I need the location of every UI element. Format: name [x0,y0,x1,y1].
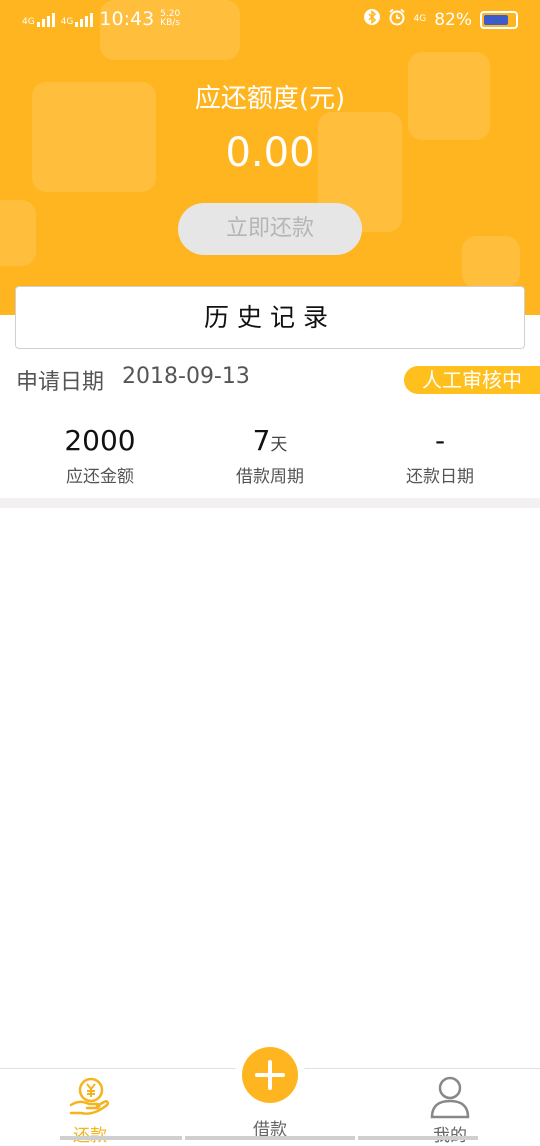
history-records-button[interactable]: 历史记录 [15,286,525,349]
plus-icon [242,1047,298,1103]
nav-gesture-bar [60,1136,182,1140]
clock: 10:43 [99,8,155,30]
network-type-2: 4G [60,17,74,27]
status-badge: 人工审核中 [404,366,540,394]
signal-icon [36,11,55,27]
nav-gesture-bar [358,1136,478,1140]
repay-date-label: 还款日期 [406,467,474,487]
repay-now-button[interactable]: 立即还款 [178,203,362,255]
loan-period-unit: 天 [270,435,288,455]
application-date-label: 申请日期 [16,370,105,395]
tab-mine-label: 我的 [360,1121,540,1146]
repay-hand-yen-icon [0,1073,180,1119]
network-type-3: 4G [413,14,427,24]
battery-percent: 82% [434,9,472,30]
signal-icon [75,11,94,27]
loan-period-stat: 7天 借款周期 [180,422,360,487]
loan-period-value: 7 [252,424,271,457]
amount-due-stat: 2000 应还金额 [10,422,190,487]
amount-due-title: 应还额度(元) [194,84,346,114]
repay-date-stat: - 还款日期 [350,422,530,487]
loan-period-label: 借款周期 [236,467,304,487]
decorative-square [462,236,520,288]
tab-repay-label: 还款 [0,1121,180,1146]
battery-icon [480,10,518,29]
amount-due-stat-value: 2000 [64,424,136,457]
speed-unit: KB/s [160,18,180,28]
user-icon [360,1073,540,1119]
application-date-value: 2018-09-13 [122,364,250,389]
amount-due-value: 0.00 [225,130,315,176]
status-bar: 4G 4G 10:43 5.20 KB/s 4G 82% [0,0,540,42]
nav-gesture-bar [185,1136,355,1140]
header-banner: 4G 4G 10:43 5.20 KB/s 4G 82% 应还额度(元) 0.0… [0,0,540,315]
alarm-icon [388,8,406,31]
borrow-plus-button[interactable] [235,1040,305,1110]
section-divider [0,498,540,508]
repay-date-value: - [434,424,446,457]
amount-due-stat-label: 应还金额 [66,467,134,487]
network-type-1: 4G [22,17,35,27]
decorative-square [0,200,36,266]
bluetooth-icon [363,8,380,31]
application-date-row: 申请日期 2018-09-13 [16,364,250,396]
